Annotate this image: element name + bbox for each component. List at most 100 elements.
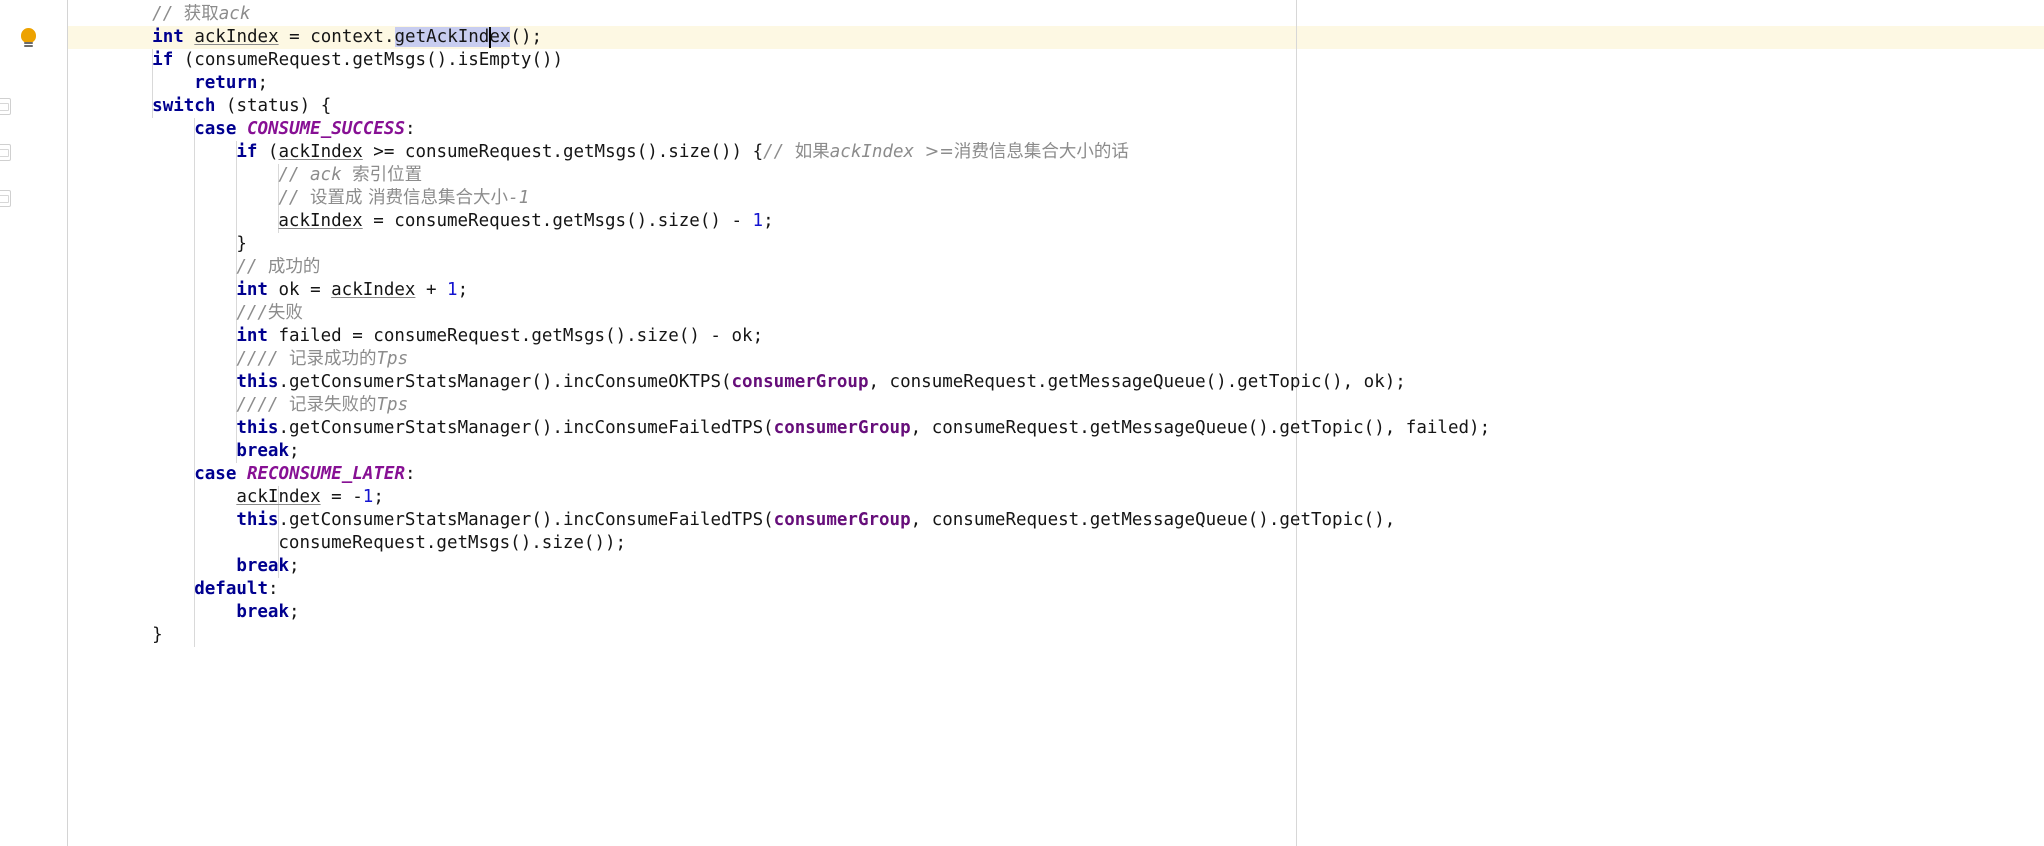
code-token-plain: (status) {: [215, 96, 332, 116]
code-token-cmt: ////: [236, 349, 289, 369]
code-token-plain: consumeRequest.getMsgs().size());: [278, 533, 627, 553]
code-line[interactable]: return;: [68, 72, 1490, 95]
code-token-kw: this: [236, 372, 279, 392]
code-token-plain: ;: [763, 211, 774, 231]
code-token-cmt: ////: [236, 395, 289, 415]
code-line[interactable]: // 设置成 消费信息集合大小-1: [68, 187, 1490, 210]
code-token-plain: ();: [510, 27, 543, 47]
code-token-kw: int: [236, 326, 268, 346]
code-token-plain: ;: [257, 73, 268, 93]
code-token-plain: , consumeRequest.getMessageQueue().getTo…: [868, 372, 1406, 392]
annotation-icon[interactable]: [0, 190, 11, 207]
code-token-kw: break: [236, 602, 289, 622]
code-token-cmt: -1: [508, 188, 530, 208]
code-token-plain: , consumeRequest.getMessageQueue().getTo…: [910, 510, 1396, 530]
code-line[interactable]: // 获取ack: [68, 3, 1490, 26]
code-token-plain: >= consumeRequest.getMsgs().size()) {: [362, 142, 764, 162]
code-line[interactable]: case CONSUME_SUCCESS:: [68, 118, 1490, 141]
code-token-kw: int: [236, 280, 268, 300]
code-token-param: consumerGroup: [773, 510, 911, 530]
code-line[interactable]: // ack 索引位置: [68, 164, 1490, 187]
code-token-cmt-cn: 失败: [267, 303, 303, 323]
code-token-kw: int: [152, 27, 184, 47]
code-token-kw: break: [236, 556, 289, 576]
code-line[interactable]: this.getConsumerStatsManager().incConsum…: [68, 371, 1490, 394]
code-line[interactable]: this.getConsumerStatsManager().incConsum…: [68, 509, 1490, 532]
code-token-plain: ;: [457, 280, 469, 300]
code-text-area[interactable]: // 获取ack int ackIndex = context.getAckInd…: [68, 0, 2044, 846]
code-token-cmt-cn: 成功的: [267, 257, 321, 277]
code-line[interactable]: //// 记录成功的Tps: [68, 348, 1490, 371]
code-token-plain: , consumeRequest.getMessageQueue().getTo…: [910, 418, 1491, 438]
code-token-num: 1: [752, 211, 764, 231]
editor-gutter[interactable]: [0, 0, 68, 846]
code-token-cmt-cn: >=消费信息集合大小的话: [924, 142, 1129, 162]
code-token-sel: getAckIndex: [394, 27, 511, 47]
code-token-cmt: ackIndex: [829, 142, 925, 162]
code-token-cmt-cn: 记录成功的: [289, 349, 377, 369]
code-token-cmt-cn: 设置成 消费信息集合大小: [310, 188, 509, 208]
code-line[interactable]: }: [68, 233, 1490, 256]
code-line[interactable]: this.getConsumerStatsManager().incConsum…: [68, 417, 1490, 440]
code-line[interactable]: if (consumeRequest.getMsgs().isEmpty()): [68, 49, 1490, 72]
code-token-plain: ;: [289, 441, 300, 461]
code-token-param: consumerGroup: [731, 372, 869, 392]
code-token-cmt: // ack: [278, 165, 353, 185]
code-token-localv: ackIndex: [278, 211, 363, 231]
code-line[interactable]: int ackIndex = context.getAckIndex();: [68, 26, 1490, 49]
code-lines[interactable]: // 获取ack int ackIndex = context.getAckInd…: [68, 0, 1490, 647]
code-line[interactable]: break;: [68, 555, 1490, 578]
code-line[interactable]: int ok = ackIndex + 1;: [68, 279, 1490, 302]
code-token-kw: break: [236, 441, 289, 461]
code-token-cmt-cn: 如果: [794, 142, 830, 162]
code-token-param: consumerGroup: [773, 418, 911, 438]
code-line[interactable]: ///失败: [68, 302, 1490, 325]
code-line[interactable]: // 成功的: [68, 256, 1490, 279]
code-token-cmt: //: [152, 4, 184, 24]
code-token-plain: (consumeRequest.getMsgs().isEmpty()): [173, 50, 564, 70]
code-token-kw: this: [236, 418, 279, 438]
code-token-plain: ;: [373, 487, 384, 507]
annotation-icon[interactable]: [0, 98, 11, 115]
code-token-plain: = consumeRequest.getMsgs().size() -: [362, 211, 753, 231]
code-editor[interactable]: // 获取ack int ackIndex = context.getAckInd…: [0, 0, 2044, 846]
code-token-plain: (: [257, 142, 279, 162]
intention-bulb-icon[interactable]: [20, 28, 37, 48]
code-token-plain: .getConsumerStatsManager().incConsumeFai…: [278, 510, 774, 530]
code-token-cmt-cn: 获取: [183, 4, 219, 24]
code-token-plain: ok =: [267, 280, 332, 300]
code-token-cmt: //: [278, 188, 310, 208]
code-token-enumc: RECONSUME_LATER: [246, 464, 405, 484]
code-line[interactable]: default:: [68, 578, 1490, 601]
code-line[interactable]: ackIndex = -1;: [68, 486, 1490, 509]
code-line[interactable]: break;: [68, 601, 1490, 624]
code-line[interactable]: //// 记录失败的Tps: [68, 394, 1490, 417]
code-token-plain: failed = consumeRequest.getMsgs().size()…: [267, 326, 764, 346]
code-token-plain: :: [268, 579, 279, 599]
code-token-localv: ackIndex: [236, 487, 321, 507]
code-token-cmt: ///: [236, 303, 268, 323]
code-token-kw: default: [194, 579, 268, 599]
code-token-plain: }: [236, 234, 247, 254]
code-token-plain: .getConsumerStatsManager().incConsumeFai…: [278, 418, 774, 438]
text-caret: [489, 27, 491, 48]
code-token-kw: case: [194, 119, 237, 139]
code-token-localv: ackIndex: [194, 27, 279, 47]
code-line[interactable]: break;: [68, 440, 1490, 463]
code-line[interactable]: consumeRequest.getMsgs().size());: [68, 532, 1490, 555]
annotation-icon[interactable]: [0, 144, 11, 161]
code-token-cmt: Tps: [376, 395, 409, 415]
code-token-plain: = context.: [278, 27, 395, 47]
code-line[interactable]: int failed = consumeRequest.getMsgs().si…: [68, 325, 1490, 348]
code-token-cmt: Tps: [376, 349, 409, 369]
code-line[interactable]: switch (status) {: [68, 95, 1490, 118]
code-token-cmt: //: [236, 257, 268, 277]
code-line[interactable]: ackIndex = consumeRequest.getMsgs().size…: [68, 210, 1490, 233]
code-token-num: 1: [362, 487, 374, 507]
code-line[interactable]: }: [68, 624, 1490, 647]
code-line[interactable]: if ( ackIndex >= consumeRequest.getMsgs()…: [68, 141, 1490, 164]
code-token-kw: if: [236, 142, 258, 162]
code-token-kw: case: [194, 464, 237, 484]
code-token-plain: .getConsumerStatsManager().incConsumeOKT…: [278, 372, 732, 392]
code-line[interactable]: case RECONSUME_LATER:: [68, 463, 1490, 486]
